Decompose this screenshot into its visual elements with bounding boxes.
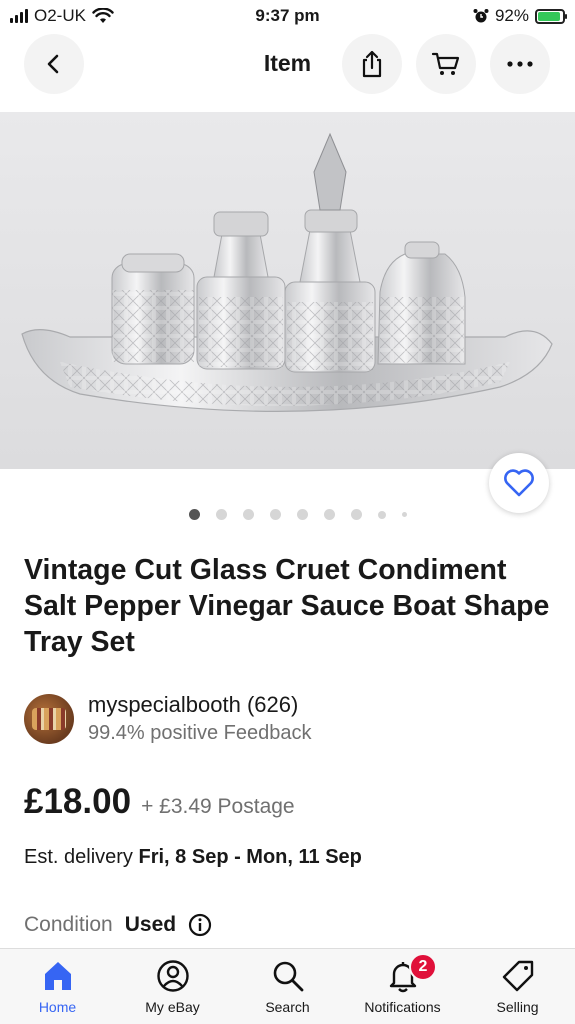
- tab-label: Selling: [496, 999, 539, 1015]
- condition-label: Condition: [24, 913, 113, 936]
- tab-label: Search: [265, 999, 310, 1015]
- notification-badge: 2: [409, 953, 437, 981]
- pager-dot[interactable]: [401, 512, 407, 517]
- tab-home[interactable]: Home: [0, 949, 115, 1024]
- status-right: 92%: [473, 6, 567, 26]
- seller-name[interactable]: myspecialbooth (626): [88, 692, 311, 718]
- pager-dot[interactable]: [323, 509, 335, 520]
- tab-label: Home: [38, 999, 77, 1015]
- bottom-tab-bar: Home My eBay Search 2 Notifications Sell…: [0, 948, 575, 1024]
- estimated-delivery: Est. delivery Fri, 8 Sep - Mon, 11 Sep: [24, 846, 362, 869]
- postage-cost: + £3.49 Postage: [141, 795, 295, 818]
- tag-icon: [502, 960, 533, 992]
- battery-percent: 92%: [494, 6, 529, 25]
- item-image-gallery[interactable]: [0, 112, 575, 469]
- battery-icon: [535, 8, 567, 24]
- pager-dot[interactable]: [188, 509, 200, 520]
- image-pager[interactable]: [0, 509, 575, 520]
- user-circle-icon: [156, 960, 189, 992]
- search-icon: [273, 961, 303, 992]
- pager-dot[interactable]: [377, 510, 386, 519]
- info-icon[interactable]: [188, 913, 212, 937]
- tab-search[interactable]: Search: [230, 949, 345, 1024]
- home-icon: [44, 962, 71, 990]
- more-icon: [507, 61, 533, 67]
- delivery-label: Est. delivery: [24, 846, 133, 868]
- condition-value: Used: [124, 913, 177, 936]
- alarm-icon: [473, 9, 489, 23]
- item-title: Vintage Cut Glass Cruet Condiment Salt P…: [24, 554, 550, 658]
- tab-my-ebay[interactable]: My eBay: [115, 949, 230, 1024]
- pager-dot[interactable]: [296, 509, 308, 520]
- top-nav: Item: [0, 34, 575, 98]
- cart-button[interactable]: [416, 34, 476, 94]
- share-button[interactable]: [342, 34, 402, 94]
- heart-icon: [504, 469, 534, 497]
- share-icon: [362, 50, 382, 78]
- tab-notifications[interactable]: 2 Notifications: [345, 949, 460, 1024]
- tab-label: My eBay: [145, 999, 200, 1015]
- cart-icon: [431, 52, 460, 75]
- price-row: £18.00 + £3.49 Postage: [24, 782, 295, 822]
- pager-dot[interactable]: [242, 509, 254, 520]
- condition-row: Condition Used: [24, 913, 212, 937]
- cruet-set-image: [0, 112, 575, 469]
- more-options-button[interactable]: [490, 34, 550, 94]
- item-price: £18.00: [24, 782, 132, 821]
- delivery-dates: Fri, 8 Sep - Mon, 11 Sep: [138, 846, 362, 868]
- seller-info[interactable]: myspecialbooth (626) 99.4% positive Feed…: [24, 692, 311, 745]
- seller-avatar[interactable]: [24, 693, 74, 744]
- pager-dot[interactable]: [215, 509, 227, 520]
- pager-dot[interactable]: [350, 509, 362, 520]
- pager-dot[interactable]: [269, 509, 281, 520]
- page-title: Item: [263, 50, 312, 76]
- tab-selling[interactable]: Selling: [460, 949, 575, 1024]
- status-bar: O2-UK 9:37 pm 92%: [0, 0, 575, 34]
- tab-label: Notifications: [364, 999, 441, 1015]
- watch-button[interactable]: [489, 453, 549, 513]
- seller-feedback: 99.4% positive Feedback: [88, 722, 312, 744]
